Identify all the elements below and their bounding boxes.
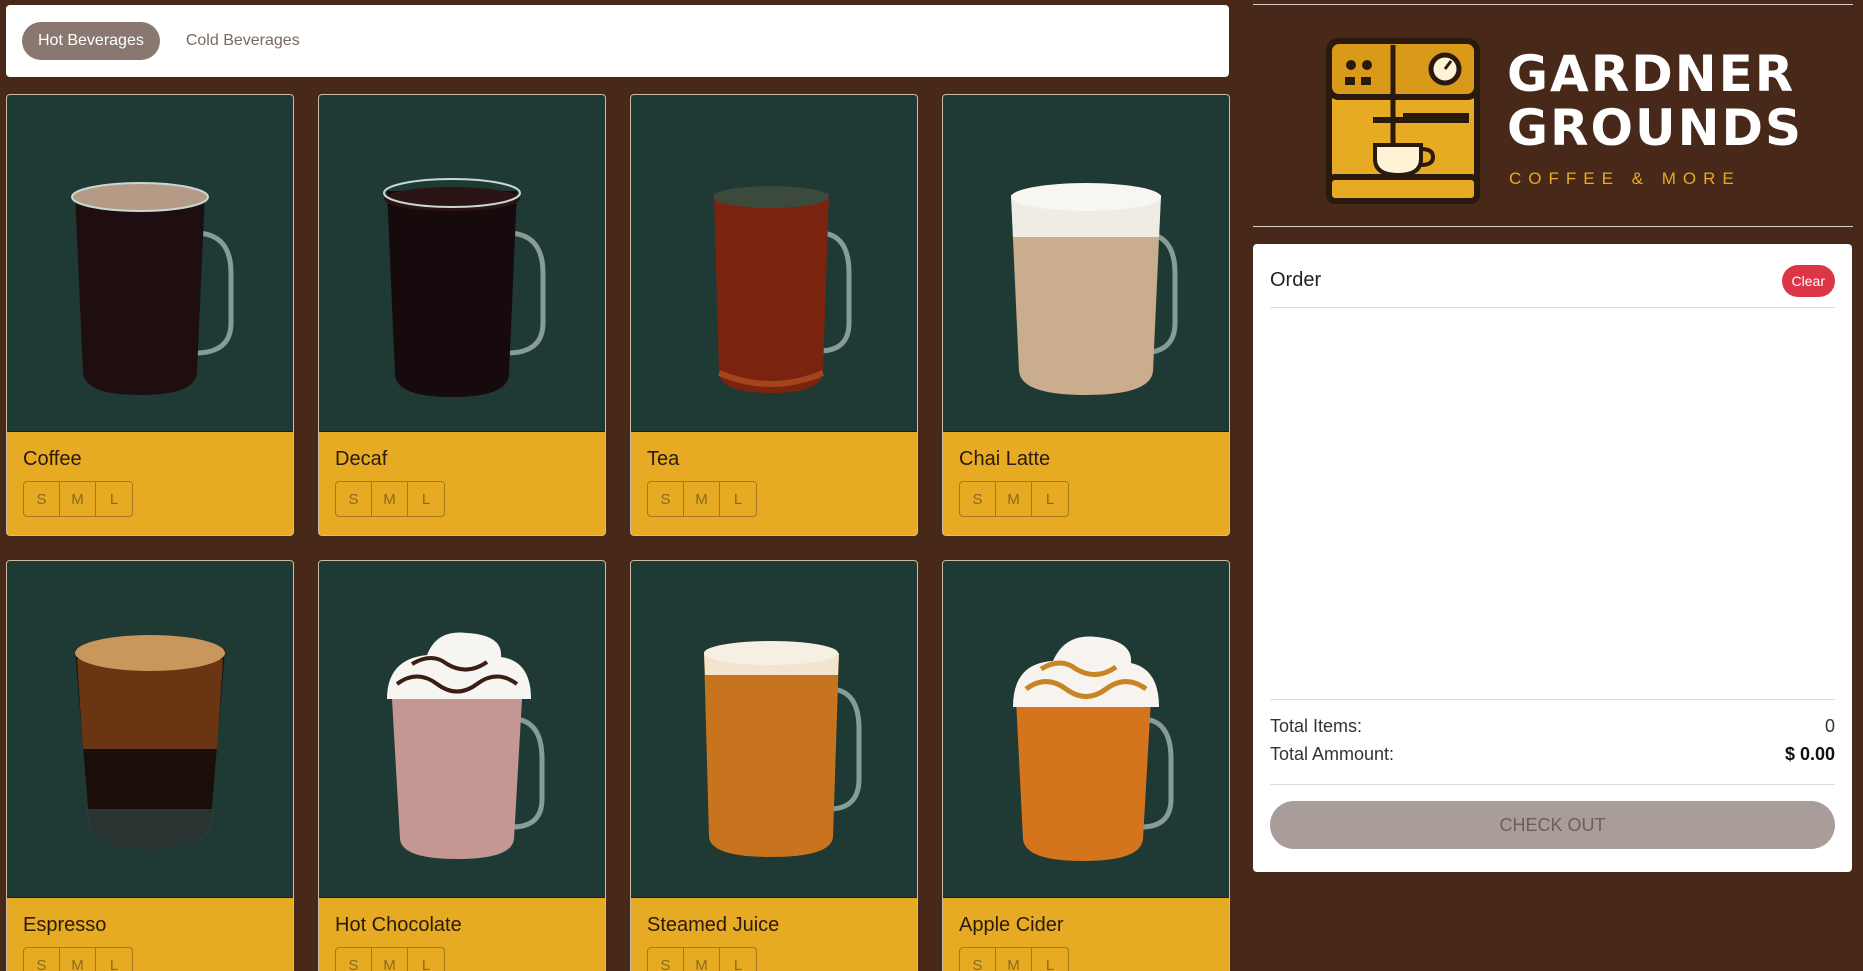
size-m-button[interactable]: M [60,482,96,516]
product-image-steamed-juice [631,561,917,898]
size-selector: S M L [959,481,1069,517]
category-tabs: Hot Beverages Cold Beverages [6,5,1229,77]
total-amount-value: $ 0.00 [1784,744,1835,764]
size-s-button[interactable]: S [648,948,684,971]
product-grid: Coffee S M L Decaf S M L Tea S M L Chai … [6,94,1230,971]
product-name: Tea [647,448,680,470]
product-card-hot-chocolate[interactable]: Hot Chocolate S M L [318,560,606,971]
size-s-button[interactable]: S [648,482,684,516]
size-m-button[interactable]: M [684,482,720,516]
checkout-button[interactable]: CHECK OUT [1270,801,1835,849]
product-image-apple-cider [943,561,1229,898]
total-items-row: Total Items: 0 [1270,712,1835,740]
product-name: Hot Chocolate [335,914,462,936]
size-l-button[interactable]: L [720,948,756,971]
size-m-button[interactable]: M [996,482,1032,516]
size-s-button[interactable]: S [24,948,60,971]
size-selector: S M L [23,947,133,971]
product-image-espresso [7,561,293,898]
size-l-button[interactable]: L [408,482,444,516]
size-selector: S M L [647,481,757,517]
tab-cold-beverages[interactable]: Cold Beverages [170,22,316,60]
size-s-button[interactable]: S [336,948,372,971]
size-l-button[interactable]: L [96,482,132,516]
total-items-value: 0 [1824,716,1835,736]
size-l-button[interactable]: L [96,948,132,971]
product-name: Steamed Juice [647,914,780,936]
size-m-button[interactable]: M [372,482,408,516]
brand-header: GARDNER GROUNDS COFFEE & MORE [1253,4,1853,227]
product-card-apple-cider[interactable]: Apple Cider S M L [942,560,1230,971]
size-l-button[interactable]: L [1032,948,1068,971]
size-selector: S M L [335,481,445,517]
brand-tagline: COFFEE & MORE [1509,169,1741,188]
total-items-label: Total Items: [1270,716,1363,736]
product-card-espresso[interactable]: Espresso S M L [6,560,294,971]
order-totals: Total Items: 0 Total Ammount: $ 0.00 [1270,700,1835,785]
product-name: Coffee [23,448,82,470]
product-card-coffee[interactable]: Coffee S M L [6,94,294,536]
size-l-button[interactable]: L [1032,482,1068,516]
order-panel: Order Clear Total Items: 0 Total Ammount… [1253,244,1852,872]
product-card-decaf[interactable]: Decaf S M L [318,94,606,536]
product-card-steamed-juice[interactable]: Steamed Juice S M L [630,560,918,971]
total-amount-row: Total Ammount: $ 0.00 [1270,740,1835,768]
product-card-chai-latte[interactable]: Chai Latte S M L [942,94,1230,536]
product-image-hot-chocolate [319,561,605,898]
brand-name: GARDNER GROUNDS [1507,47,1803,155]
size-m-button[interactable]: M [372,948,408,971]
order-title: Order [1270,269,1322,291]
brand-name-line2: GROUNDS [1507,99,1804,157]
size-selector: S M L [959,947,1069,971]
order-header: Order Clear [1270,244,1835,308]
size-selector: S M L [335,947,445,971]
product-image-decaf [319,95,605,432]
size-s-button[interactable]: S [24,482,60,516]
size-s-button[interactable]: S [960,482,996,516]
size-m-button[interactable]: M [684,948,720,971]
product-image-coffee [7,95,293,432]
total-amount-label: Total Ammount: [1270,744,1395,764]
product-image-tea [631,95,917,432]
size-selector: S M L [647,947,757,971]
product-name: Chai Latte [959,448,1051,470]
size-l-button[interactable]: L [408,948,444,971]
brand-name-line1: GARDNER [1507,45,1796,103]
clear-order-button[interactable]: Clear [1781,264,1835,297]
order-items-list [1270,308,1835,700]
product-image-chai-latte [943,95,1229,432]
size-s-button[interactable]: S [960,948,996,971]
size-s-button[interactable]: S [336,482,372,516]
product-card-tea[interactable]: Tea S M L [630,94,918,536]
product-name: Espresso [23,914,107,936]
product-name: Apple Cider [959,914,1064,936]
coffee-machine-logo-icon [1323,35,1483,212]
size-l-button[interactable]: L [720,482,756,516]
size-m-button[interactable]: M [996,948,1032,971]
tab-hot-beverages[interactable]: Hot Beverages [22,22,160,60]
size-selector: S M L [23,481,133,517]
size-m-button[interactable]: M [60,948,96,971]
product-name: Decaf [335,448,388,470]
